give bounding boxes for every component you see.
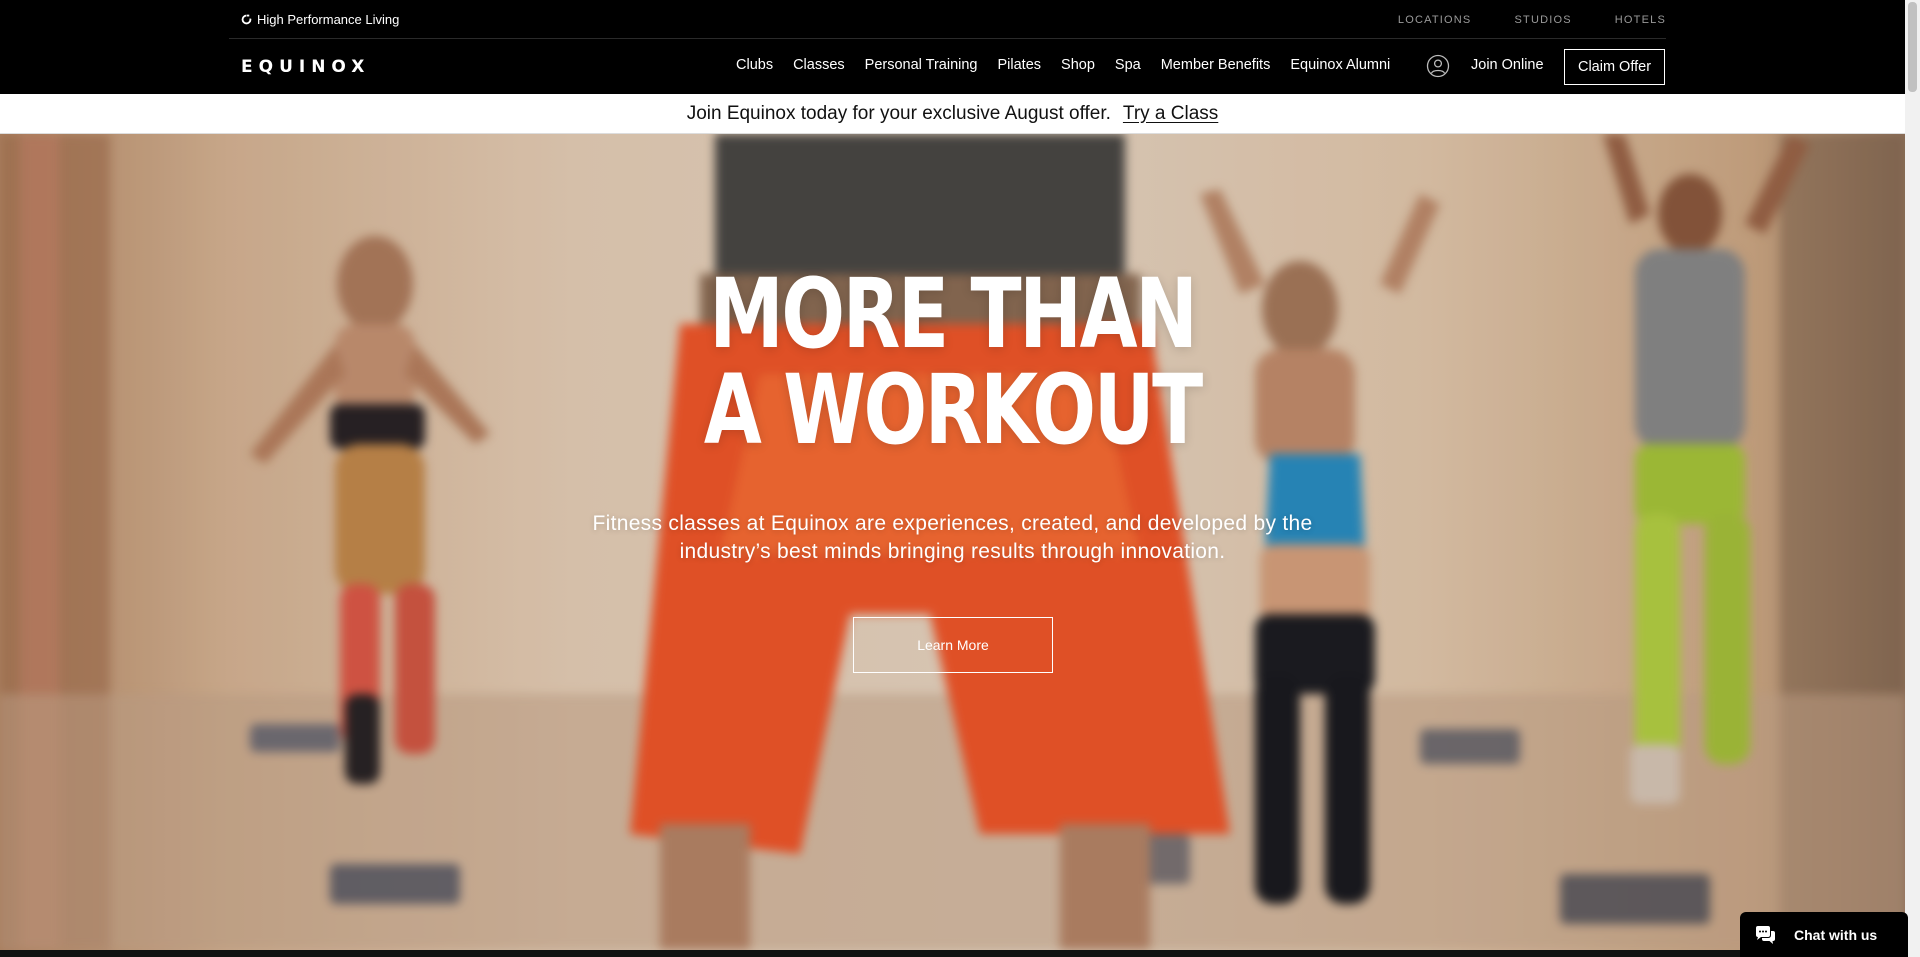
promo-bar: Join Equinox today for your exclusive Au… xyxy=(0,94,1905,134)
nav-shop[interactable]: Shop xyxy=(1061,57,1095,73)
nav-clubs[interactable]: Clubs xyxy=(736,57,773,73)
try-a-class-link[interactable]: Try a Class xyxy=(1123,103,1218,125)
claim-offer-button[interactable]: Claim Offer xyxy=(1564,49,1665,85)
user-circle-icon[interactable] xyxy=(1426,54,1450,78)
hero-title-line2: A WORKOUT xyxy=(703,354,1203,466)
nav-personal-training[interactable]: Personal Training xyxy=(865,57,978,73)
loop-icon xyxy=(241,14,252,25)
utility-bar: High Performance Living LOCATIONS STUDIO… xyxy=(0,0,1905,39)
main-nav: EQUINOX Clubs Classes Personal Training … xyxy=(0,39,1905,94)
learn-more-button[interactable]: Learn More xyxy=(853,617,1053,673)
hero-title: MORE THAN A WORKOUT xyxy=(209,266,1695,458)
equinox-logo[interactable]: EQUINOX xyxy=(241,57,370,77)
promo-text: Join Equinox today for your exclusive Au… xyxy=(686,102,1111,124)
high-performance-living-link[interactable]: High Performance Living xyxy=(241,12,399,27)
hero-subtitle: Fitness classes at Equinox are experienc… xyxy=(592,512,1313,563)
nav-spa[interactable]: Spa xyxy=(1115,57,1141,73)
tagline-text: High Performance Living xyxy=(257,12,400,27)
bottom-strip xyxy=(0,950,1905,957)
chat-label: Chat with us xyxy=(1794,926,1878,943)
nav-member-benefits[interactable]: Member Benefits xyxy=(1161,57,1271,73)
utility-links: LOCATIONS STUDIOS HOTELS xyxy=(1355,14,1666,26)
nav-links: Clubs Classes Personal Training Pilates … xyxy=(736,57,1410,73)
nav-pilates[interactable]: Pilates xyxy=(998,57,1042,73)
scrollbar-thumb[interactable] xyxy=(1908,2,1917,92)
hero-section: MORE THAN A WORKOUT Fitness classes at E… xyxy=(0,134,1905,950)
chat-widget-button[interactable]: Chat with us xyxy=(1740,912,1908,957)
chat-bubbles-icon xyxy=(1756,925,1775,944)
nav-classes[interactable]: Classes xyxy=(793,57,845,73)
page-scrollbar[interactable] xyxy=(1905,0,1920,957)
join-online-link[interactable]: Join Online xyxy=(1471,57,1544,73)
hotels-link[interactable]: HOTELS xyxy=(1615,14,1666,26)
utility-bar-inner: High Performance Living LOCATIONS STUDIO… xyxy=(229,0,1666,39)
locations-link[interactable]: LOCATIONS xyxy=(1398,14,1472,26)
nav-equinox-alumni[interactable]: Equinox Alumni xyxy=(1290,57,1390,73)
studios-link[interactable]: STUDIOS xyxy=(1514,14,1571,26)
